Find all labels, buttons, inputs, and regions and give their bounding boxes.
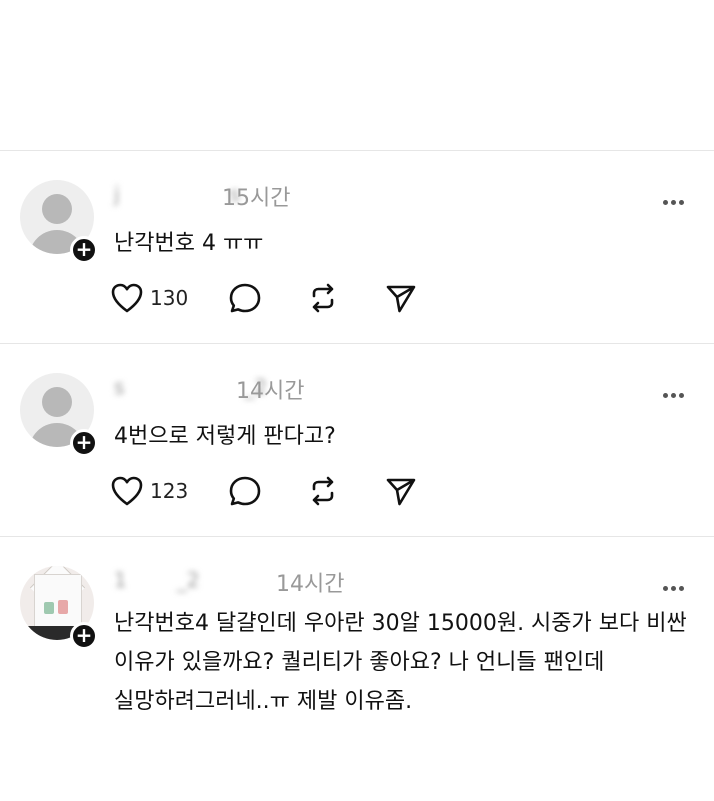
avatar-head bbox=[42, 387, 72, 417]
like-button[interactable]: 130 bbox=[110, 282, 188, 314]
avatar-photo-detail bbox=[44, 602, 54, 614]
post-text-line: 난각번호 4 ㅠㅠ bbox=[114, 231, 264, 256]
repost-icon bbox=[312, 476, 334, 506]
follow-plus-icon[interactable]: + bbox=[70, 236, 98, 264]
more-icon[interactable] bbox=[660, 383, 684, 402]
post-time: 14시간 bbox=[236, 379, 305, 404]
post-divider bbox=[0, 536, 714, 537]
post-text-line: 이유가 있을까요? 퀄리티가 좋아요? 나 언니들 팬인데 bbox=[114, 650, 605, 675]
comment-button[interactable] bbox=[228, 475, 262, 507]
post-item: + s _2 14시간 4번으로 저렇게 판다고? 123 bbox=[0, 373, 714, 523]
share-button[interactable] bbox=[384, 475, 418, 507]
repost-icon bbox=[312, 283, 334, 313]
like-button[interactable]: 123 bbox=[110, 475, 188, 507]
post-text-line: 실망하려그러네..ㅠ 제발 이유좀. bbox=[114, 689, 413, 714]
post-time: 14시간 bbox=[276, 572, 345, 597]
post-item: + 1 _2 14시간 난각번호4 달걀인데 우아란 30알 15000원. 시… bbox=[0, 566, 714, 766]
avatar-photo-detail bbox=[58, 600, 68, 614]
follow-plus-icon[interactable]: + bbox=[70, 622, 98, 650]
heart-icon bbox=[111, 476, 143, 506]
post-item: + j s 15시간 난각번호 4 ㅠㅠ 130 bbox=[0, 180, 714, 330]
post-text: 4번으로 저렇게 판다고? bbox=[114, 419, 336, 455]
comment-button[interactable] bbox=[228, 282, 262, 314]
share-button[interactable] bbox=[384, 282, 418, 314]
username[interactable]: 1 _2 bbox=[114, 568, 249, 592]
comment-icon bbox=[229, 476, 261, 506]
send-icon bbox=[386, 285, 416, 313]
post-divider bbox=[0, 343, 714, 344]
post-time: 15시간 bbox=[222, 186, 291, 211]
like-count: 130 bbox=[150, 286, 189, 310]
send-icon bbox=[386, 478, 416, 506]
post-text-line: 난각번호4 달걀인데 우아란 30알 15000원. 시중가 보다 비싼 bbox=[114, 611, 687, 636]
post-text: 난각번호4 달걀인데 우아란 30알 15000원. 시중가 보다 비싼 이유가… bbox=[114, 604, 687, 721]
post-divider bbox=[0, 150, 714, 151]
like-count: 123 bbox=[150, 479, 189, 503]
repost-button[interactable] bbox=[306, 282, 340, 314]
repost-button[interactable] bbox=[306, 475, 340, 507]
more-icon[interactable] bbox=[660, 190, 684, 209]
post-text-line: 4번으로 저렇게 판다고? bbox=[114, 424, 336, 449]
avatar-head bbox=[42, 194, 72, 224]
more-icon[interactable] bbox=[660, 576, 684, 595]
post-text: 난각번호 4 ㅠㅠ bbox=[114, 226, 263, 262]
comment-icon bbox=[229, 283, 261, 313]
heart-icon bbox=[111, 283, 143, 313]
follow-plus-icon[interactable]: + bbox=[70, 429, 98, 457]
